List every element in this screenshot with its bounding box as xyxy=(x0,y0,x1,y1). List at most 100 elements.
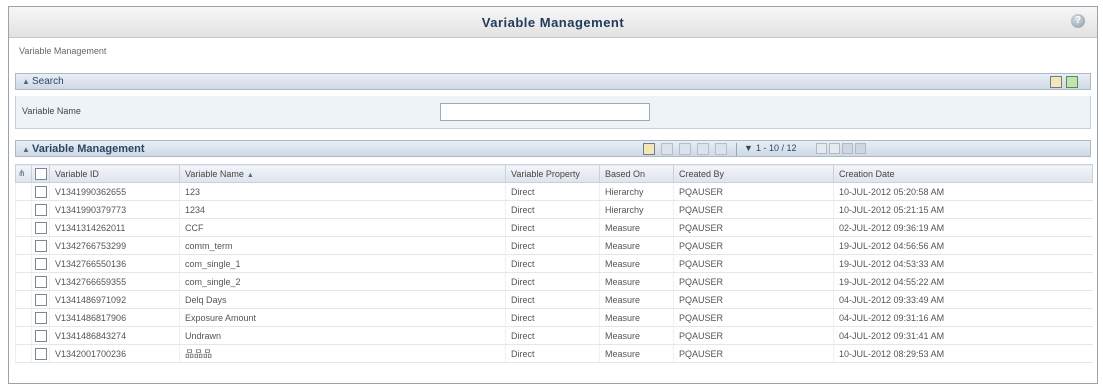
column-header-variable-name[interactable]: Variable Name ▲ xyxy=(179,164,506,183)
cell-based-on: Measure xyxy=(599,272,674,291)
cell-date: 10-JUL-2012 08:29:53 AM xyxy=(833,344,1093,363)
cell-created-by: PQAUSER xyxy=(673,218,834,237)
add-icon[interactable] xyxy=(643,143,655,155)
cell-id: V1341486843274 xyxy=(49,326,180,345)
table-header-row: ⋔ Variable ID Variable Name ▲ Variable Pr… xyxy=(15,164,1093,183)
cell-id: V1341486971092 xyxy=(49,290,180,309)
cell-name: comm_term xyxy=(179,236,506,255)
row-checkbox[interactable] xyxy=(31,308,50,327)
row-checkbox[interactable] xyxy=(31,218,50,237)
last-page-icon[interactable] xyxy=(855,143,866,154)
cell-name: 123 xyxy=(179,182,506,201)
cell-id: V1341486817906 xyxy=(49,308,180,327)
table-row[interactable]: V1341990379773 1234 Direct Hierarchy PQAUSER… xyxy=(15,200,1093,219)
search-icon[interactable] xyxy=(1050,76,1062,88)
cell-date: 04-JUL-2012 09:31:16 AM xyxy=(833,308,1093,327)
row-spacer xyxy=(15,254,32,273)
row-checkbox[interactable] xyxy=(31,344,50,363)
table-row[interactable]: V1342766550136 com_single_1 Direct Measure P… xyxy=(15,254,1093,273)
cell-based-on: Measure xyxy=(599,290,674,309)
cell-based-on: Hierarchy xyxy=(599,182,674,201)
cell-created-by: PQAUSER xyxy=(673,326,834,345)
variable-name-label: Variable Name xyxy=(22,106,81,116)
row-checkbox[interactable] xyxy=(31,182,50,201)
first-page-icon[interactable] xyxy=(816,143,827,154)
help-icon[interactable]: ? xyxy=(1071,14,1085,28)
row-spacer xyxy=(15,290,32,309)
cell-created-by: PQAUSER xyxy=(673,200,834,219)
title-bar: Variable Management ? xyxy=(9,7,1097,38)
delete-icon[interactable] xyxy=(715,143,727,155)
cell-name: 品品品 xyxy=(179,344,506,363)
hierarchy-icon[interactable]: ⋔ xyxy=(15,164,32,183)
search-section-label: Search xyxy=(32,76,64,87)
cell-based-on: Measure xyxy=(599,308,674,327)
table-row[interactable]: V1342766753299 comm_term Direct Measure PQAU… xyxy=(15,236,1093,255)
pager-filter-icon[interactable]: ▼ xyxy=(744,143,753,153)
collapse-toggle-icon[interactable]: ▲ xyxy=(22,77,32,86)
cell-id: V1341990362655 xyxy=(49,182,180,201)
cell-property: Direct xyxy=(505,182,600,201)
breadcrumb: Variable Management xyxy=(19,46,107,56)
edit-icon[interactable] xyxy=(679,143,691,155)
row-checkbox[interactable] xyxy=(31,200,50,219)
reset-icon[interactable] xyxy=(1066,76,1078,88)
table-row[interactable]: V1342766659355 com_single_2 Direct Measure P… xyxy=(15,272,1093,291)
cell-property: Direct xyxy=(505,236,600,255)
search-section-header[interactable]: ▲ Search xyxy=(15,73,1091,90)
variable-name-input[interactable] xyxy=(440,103,650,121)
cell-based-on: Measure xyxy=(599,218,674,237)
cell-created-by: PQAUSER xyxy=(673,254,834,273)
table-row[interactable]: V1341486971092 Delq Days Direct Measure PQAU… xyxy=(15,290,1093,309)
table-row[interactable]: V1341990362655 123 Direct Hierarchy PQAUSER 1… xyxy=(15,182,1093,201)
column-header-variable-id[interactable]: Variable ID xyxy=(49,164,180,183)
cell-name: com_single_2 xyxy=(179,272,506,291)
cell-property: Direct xyxy=(505,290,600,309)
view-icon[interactable] xyxy=(661,143,673,155)
search-panel: Variable Name xyxy=(15,96,1091,129)
row-checkbox[interactable] xyxy=(31,236,50,255)
cell-date: 19-JUL-2012 04:53:33 AM xyxy=(833,254,1093,273)
cell-date: 02-JUL-2012 09:36:19 AM xyxy=(833,218,1093,237)
row-spacer xyxy=(15,344,32,363)
row-checkbox[interactable] xyxy=(31,272,50,291)
copy-icon[interactable] xyxy=(697,143,709,155)
cell-based-on: Measure xyxy=(599,254,674,273)
row-spacer xyxy=(15,272,32,291)
cell-date: 10-JUL-2012 05:21:15 AM xyxy=(833,200,1093,219)
collapse-toggle-icon[interactable]: ▲ xyxy=(22,145,32,154)
grid-section-header[interactable]: ▲ Variable Management ▼ 1 - 10 / 12 xyxy=(15,140,1091,157)
cell-property: Direct xyxy=(505,272,600,291)
cell-property: Direct xyxy=(505,200,600,219)
grid-section-label: Variable Management xyxy=(32,143,145,155)
column-header-creation-date[interactable]: Creation Date xyxy=(833,164,1093,183)
cell-created-by: PQAUSER xyxy=(673,272,834,291)
cell-date: 19-JUL-2012 04:56:56 AM xyxy=(833,236,1093,255)
column-header-variable-property[interactable]: Variable Property xyxy=(505,164,600,183)
cell-name: 1234 xyxy=(179,200,506,219)
cell-property: Direct xyxy=(505,218,600,237)
cell-id: V1342766550136 xyxy=(49,254,180,273)
column-header-created-by[interactable]: Created By xyxy=(673,164,834,183)
table-row[interactable]: V1341314262011 CCF Direct Measure PQAUSER 02-… xyxy=(15,218,1093,237)
next-page-icon[interactable] xyxy=(842,143,853,154)
row-checkbox[interactable] xyxy=(31,254,50,273)
cell-created-by: PQAUSER xyxy=(673,236,834,255)
previous-page-icon[interactable] xyxy=(829,143,840,154)
cell-based-on: Measure xyxy=(599,326,674,345)
cell-id: V1341990379773 xyxy=(49,200,180,219)
row-checkbox[interactable] xyxy=(31,290,50,309)
page-title: Variable Management xyxy=(481,15,625,30)
cell-created-by: PQAUSER xyxy=(673,308,834,327)
cell-property: Direct xyxy=(505,344,600,363)
sort-ascending-icon: ▲ xyxy=(246,171,254,179)
row-checkbox[interactable] xyxy=(31,326,50,345)
cell-date: 10-JUL-2012 05:20:58 AM xyxy=(833,182,1093,201)
table-row[interactable]: V1341486817906 Exposure Amount Direct Measu… xyxy=(15,308,1093,327)
column-header-based-on[interactable]: Based On xyxy=(599,164,674,183)
table-row[interactable]: V1341486843274 Undrawn Direct Measure PQAUSE… xyxy=(15,326,1093,345)
cell-created-by: PQAUSER xyxy=(673,182,834,201)
select-all-checkbox[interactable] xyxy=(31,164,50,183)
table-row[interactable]: V1342001700236 品品品 Direct Measure PQAUSER 10-… xyxy=(15,344,1093,363)
row-spacer xyxy=(15,182,32,201)
